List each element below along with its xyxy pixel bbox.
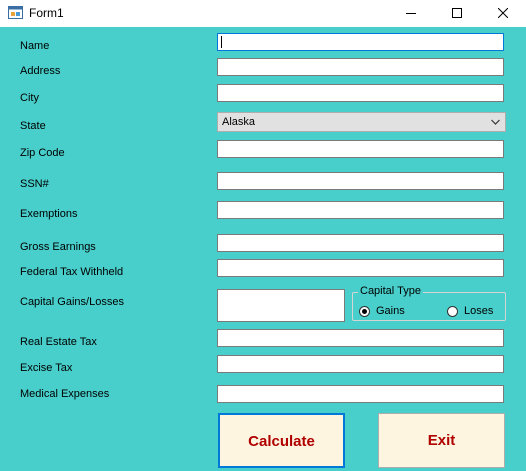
app-form-icon (8, 6, 23, 19)
minimize-icon (406, 13, 416, 14)
text-caret (221, 36, 222, 48)
capital-type-group: Capital Type Gains Loses (352, 285, 506, 321)
city-input[interactable] (217, 84, 504, 102)
address-label: Address (20, 65, 61, 77)
form-window: Form1 Name Address City State Zip Code S… (0, 0, 526, 471)
title-bar[interactable]: Form1 (0, 0, 526, 27)
exemptions-input[interactable] (217, 201, 504, 219)
capital-gains-losses-label: Capital Gains/Losses (20, 296, 124, 308)
name-label: Name (20, 40, 50, 52)
federal-tax-withheld-input[interactable] (217, 259, 504, 277)
capital-gains-losses-input[interactable] (217, 289, 345, 322)
medical-expenses-label: Medical Expenses (20, 388, 110, 400)
ssn-label: SSN# (20, 178, 49, 190)
window-title: Form1 (29, 6, 64, 20)
state-select[interactable]: Alaska (217, 112, 506, 132)
loses-radio-label: Loses (464, 305, 494, 317)
ssn-input[interactable] (217, 172, 504, 190)
address-input[interactable] (217, 58, 504, 76)
minimize-button[interactable] (388, 0, 434, 27)
gains-radio-label: Gains (376, 305, 405, 317)
federal-tax-withheld-label: Federal Tax Withheld (20, 266, 124, 278)
exemptions-label: Exemptions (20, 208, 78, 220)
maximize-icon (452, 8, 462, 18)
medical-expenses-input[interactable] (217, 385, 504, 403)
state-label: State (20, 120, 46, 132)
close-icon (498, 8, 508, 18)
excise-tax-label: Excise Tax (20, 362, 73, 374)
calculate-button[interactable]: Calculate (218, 413, 345, 468)
maximize-button[interactable] (434, 0, 480, 27)
gross-earnings-input[interactable] (217, 234, 504, 252)
radio-selected-icon (359, 306, 370, 317)
zip-code-label: Zip Code (20, 147, 65, 159)
capital-type-title: Capital Type (358, 285, 423, 298)
close-button[interactable] (480, 0, 526, 27)
real-estate-tax-input[interactable] (217, 329, 504, 347)
zip-code-input[interactable] (217, 140, 504, 158)
name-input[interactable] (217, 33, 504, 51)
gross-earnings-label: Gross Earnings (20, 241, 96, 253)
state-select-value: Alaska (222, 116, 256, 128)
radio-unselected-icon (447, 306, 458, 317)
excise-tax-input[interactable] (217, 355, 504, 373)
real-estate-tax-label: Real Estate Tax (20, 336, 97, 348)
chevron-down-icon (491, 119, 500, 125)
city-label: City (20, 92, 39, 104)
exit-button[interactable]: Exit (378, 413, 505, 468)
